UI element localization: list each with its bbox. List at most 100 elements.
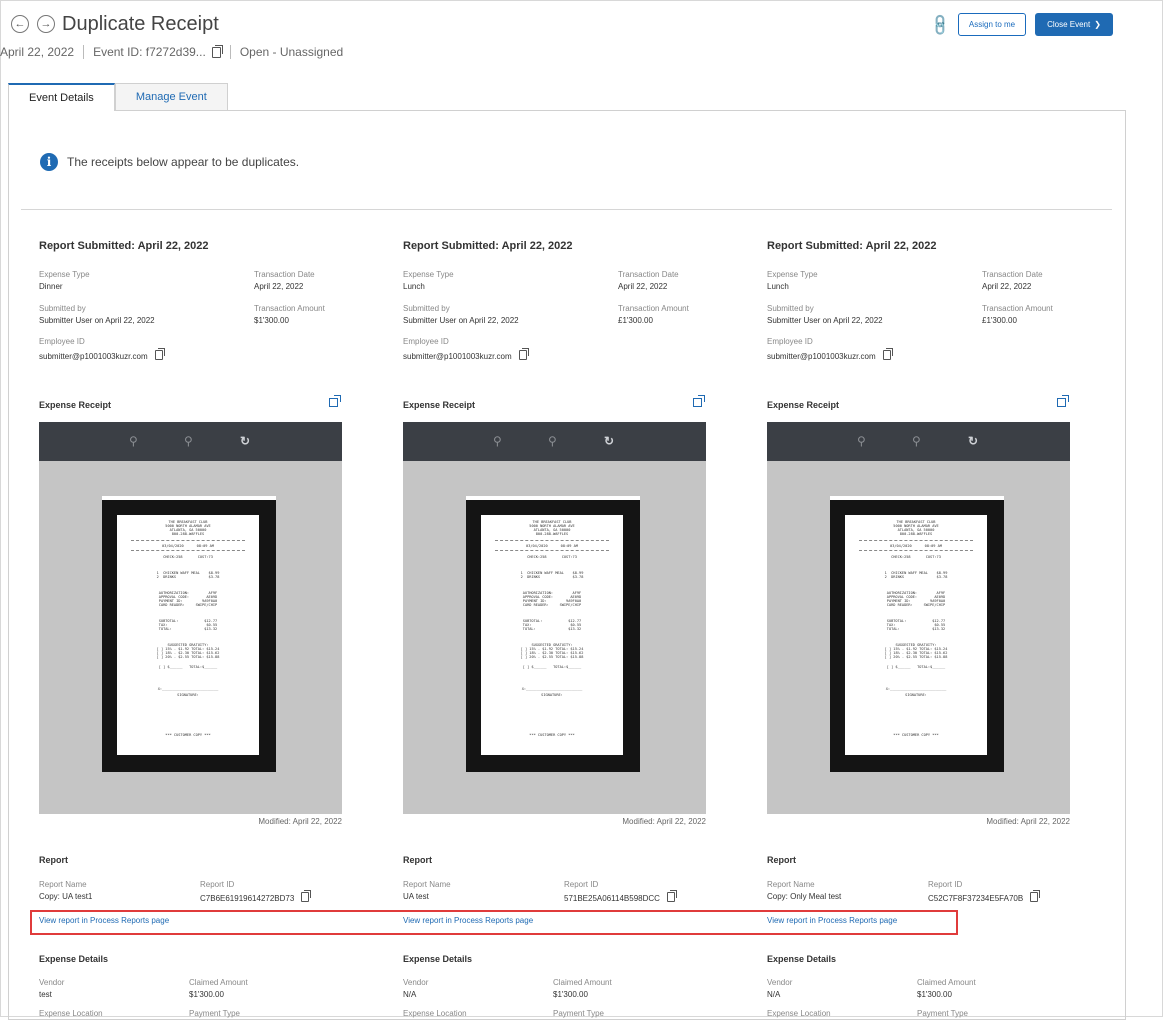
copy-icon[interactable] [154,348,165,360]
submitted-by-label: Submitted by [39,304,86,313]
vendor-value: N/A [767,990,781,999]
claimed-amount-value: $1'300.00 [917,990,952,999]
vendor-label: Vendor [403,978,429,987]
copy-icon[interactable] [211,44,223,58]
report-name-label: Report Name [767,880,815,889]
receipt-image[interactable]: THE BREAKFAST CLUB 5000 NORTH ALAMAR AVE… [466,496,640,772]
report-id-value: 571BE25A06114B598DCC [564,894,660,903]
vendor-label: Vendor [39,978,65,987]
expense-type-label: Expense Type [39,270,90,279]
viewer-toolbar: ⚲ ⚲ ↻ [403,422,706,461]
tab-manage-event[interactable]: Manage Event [114,83,228,111]
zoom-out-icon[interactable]: ⚲ [912,434,921,448]
receipt-line: CARD READER: SWIPE/CHIP [522,603,582,607]
report-id-row: C7B6E61919614272BD73 [200,890,312,903]
info-icon: i [40,153,58,171]
copy-icon[interactable] [666,890,677,902]
receipt-line: 800-288-WAFFLES [899,532,933,536]
event-date: April 22, 2022 [0,45,75,59]
employee-id-label: Employee ID [767,337,813,346]
forward-arrow-icon[interactable]: → [37,15,55,33]
expense-type-value: Dinner [39,282,63,291]
zoom-out-icon[interactable]: ⚲ [184,434,193,448]
receipt-rule [131,540,245,541]
tab-bar: Event Details Manage Event [8,83,228,111]
receipt-line: TOTAL: $13.32 [522,627,582,631]
employee-id-label: Employee ID [39,337,85,346]
transaction-amount-label: Transaction Amount [618,304,689,313]
receipt-line: [ ] $______ TOTAL:$______ [522,665,582,669]
receipt-line: CARD READER: SWIPE/CHIP [158,603,218,607]
receipt-line: [ ] $______ TOTAL:$______ [158,665,218,669]
receipt-rule [131,550,245,551]
close-event-button[interactable]: Close Event ❯ [1035,13,1113,36]
zoom-in-icon[interactable]: ⚲ [129,434,138,448]
report-id-value: C52C7F8F37234E5FA70B [928,894,1024,903]
receipt-image[interactable]: THE BREAKFAST CLUB 5000 NORTH ALAMAR AVE… [830,496,1004,772]
back-arrow-icon[interactable]: ← [11,15,29,33]
receipt-line: SIGNATURE: [905,693,927,697]
external-link-icon[interactable] [693,395,705,407]
submitted-by-value: Submitter User on April 22, 2022 [39,316,155,325]
copy-icon[interactable] [1030,890,1041,902]
modified-date: Modified: April 22, 2022 [258,817,342,826]
copy-icon[interactable] [301,890,312,902]
receipt-line: 03/04/2020 08:09 AM [162,544,214,548]
receipt-line: *** CUSTOMER COPY *** [529,733,575,737]
expense-details-heading: Expense Details [767,954,837,964]
event-status: Open - Unassigned [239,45,344,59]
external-link-icon[interactable] [1057,395,1069,407]
expense-type-label: Expense Type [403,270,454,279]
receipt-line: X:__________________________ [521,687,583,691]
transaction-amount-value: $1'300.00 [254,316,289,325]
receipt-viewer: ⚲ ⚲ ↻ THE BREAKFAST CLUB 5000 NORTH ALAM… [767,422,1070,814]
external-link-icon[interactable] [329,395,341,407]
expense-receipt-heading: Expense Receipt [403,400,476,410]
copy-icon[interactable] [518,348,529,360]
view-report-highlight [30,910,958,935]
event-header: ← → Duplicate Receipt April 22, 2022 Eve… [0,0,1163,80]
receipt-line: 2 DRINKS $3.78 [156,575,220,579]
transaction-date-value: April 22, 2022 [618,282,668,291]
tab-event-details[interactable]: Event Details [8,83,115,111]
transaction-amount-label: Transaction Amount [254,304,325,313]
assign-to-me-button[interactable]: Assign to me [958,13,1026,36]
chevron-down-icon: ❯ [1094,20,1101,29]
receipt-line: [ ] 20% - $2.55 TOTAL: $15.88 [520,655,584,659]
report-name-value: UA test [403,892,429,901]
employee-id-value: submitter@p1001003kuzr.com [39,352,148,361]
employee-id-row: submitter@p1001003kuzr.com [767,348,893,361]
zoom-out-icon[interactable]: ⚲ [548,434,557,448]
zoom-in-icon[interactable]: ⚲ [493,434,502,448]
receipt-rule [859,550,973,551]
rotate-icon[interactable]: ↻ [968,434,978,448]
report-heading: Report [403,855,432,865]
transaction-amount-label: Transaction Amount [982,304,1053,313]
report-submitted-title: Report Submitted: April 22, 2022 [39,240,209,252]
submitted-by-label: Submitted by [767,304,814,313]
vendor-value: N/A [403,990,417,999]
close-event-label: Close Event [1047,20,1091,29]
rotate-icon[interactable]: ↻ [240,434,250,448]
event-meta: April 22, 2022 Event ID: f7272d39... Ope… [0,44,344,59]
report-id-label: Report ID [928,880,963,889]
modified-date: Modified: April 22, 2022 [986,817,1070,826]
report-id-row: C52C7F8F37234E5FA70B [928,890,1041,903]
duplicate-notice: i The receipts below appear to be duplic… [40,153,299,171]
receipt-line: CARD READER: SWIPE/CHIP [886,603,946,607]
report-heading: Report [767,855,796,865]
receipt-viewer: ⚲ ⚲ ↻ THE BREAKFAST CLUB 5000 NORTH ALAM… [403,422,706,814]
modified-date: Modified: April 22, 2022 [622,817,706,826]
link-icon[interactable]: 🔗 [927,12,953,38]
receipt-image[interactable]: THE BREAKFAST CLUB 5000 NORTH ALAMAR AVE… [102,496,276,772]
zoom-in-icon[interactable]: ⚲ [857,434,866,448]
receipt-line: 03/04/2020 08:09 AM [890,544,942,548]
report-id-value: C7B6E61919614272BD73 [200,894,295,903]
transaction-amount-value: £1'300.00 [618,316,653,325]
claimed-amount-value: $1'300.00 [189,990,224,999]
copy-icon[interactable] [882,348,893,360]
employee-id-value: submitter@p1001003kuzr.com [767,352,876,361]
receipt-line: 2 DRINKS $3.78 [884,575,948,579]
receipt-line: TOTAL: $13.32 [886,627,946,631]
rotate-icon[interactable]: ↻ [604,434,614,448]
